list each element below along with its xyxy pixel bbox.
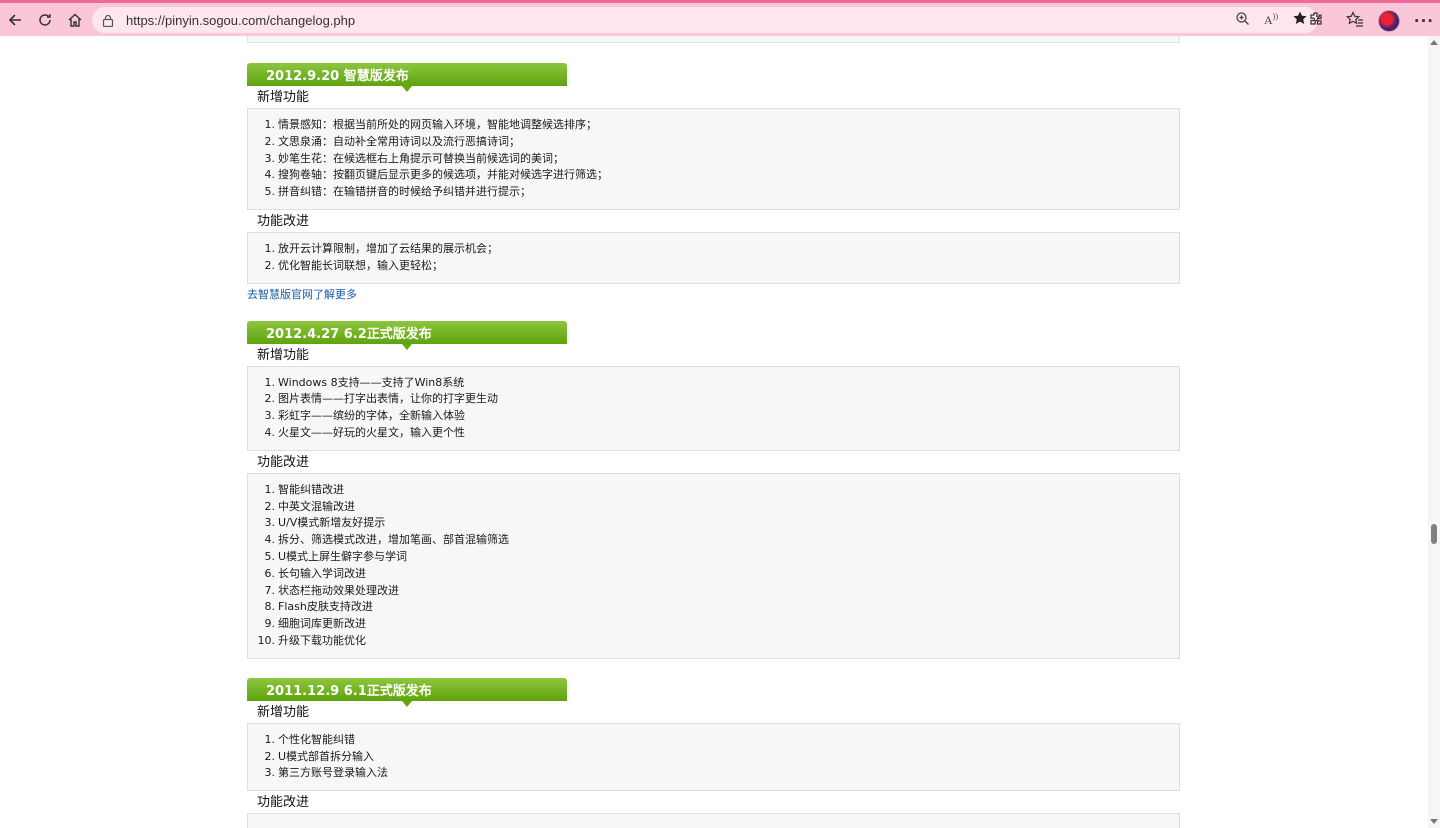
list-item: 1. 放开云计算限制，增加了云结果的展示机会；: [264, 241, 499, 255]
improvements-heading: 功能改进: [257, 213, 310, 229]
list-item: 1. 个性化智能纠错: [264, 732, 356, 746]
release-block: 2012.9.20 智慧版发布 新增功能 1. 情景感知：根据当前所处的网页输入环…: [247, 63, 1180, 302]
list-item: 7. 状态栏拖动效果处理改进: [264, 583, 400, 597]
changelog: 2012.9.20 智慧版发布 新增功能 1. 情景感知：根据当前所处的网页输入环…: [247, 36, 1180, 828]
list-item: 3. 彩虹字——缤纷的字体，全新输入体验: [264, 409, 466, 423]
list-item: 6. 长句输入学词改进: [264, 566, 367, 580]
address-bar[interactable]: https://pinyin.sogou.com/changelog.php A…: [92, 7, 1318, 33]
release-block: 2012.4.27 6.2正式版发布 新增功能 1. Windows 8支持——支…: [247, 320, 1180, 659]
more-icon[interactable]: ···: [1414, 12, 1434, 30]
favorites-list-icon[interactable]: [1345, 11, 1364, 31]
list-item: 5. 拼音纠错：在输错拼音的时候给予纠错并进行提示；: [264, 185, 532, 199]
release-block: 2011.12.9 6.1正式版发布 新增功能 1. 个性化智能纠错 2. U模式部…: [247, 677, 1180, 828]
new-features-heading: 新增功能: [257, 704, 310, 720]
refresh-icon[interactable]: [30, 5, 60, 35]
nav-buttons: [0, 5, 90, 35]
list-item: 3. 妙笔生花：在候选框右上角提示可替换当前候选词的美词；: [264, 151, 565, 165]
list-item: 1. 智能纠错改进: [264, 482, 345, 496]
lock-icon[interactable]: [100, 12, 116, 28]
new-features-list: 1. Windows 8支持——支持了Win8系统 2. 图片表情——打字出表情，让…: [247, 365, 1180, 451]
improvements-list: 1. 放开云计算限制，增加了云结果的展示机会； 2. 优化智能长词联想，输入更轻松；: [247, 231, 1180, 284]
new-features-heading: 新增功能: [257, 90, 310, 105]
list-item: 9. 细胞词库更新改进: [264, 617, 367, 631]
scroll-thumb[interactable]: [1431, 524, 1437, 544]
list-item: 3. 第三方账号登录输入法: [264, 766, 389, 780]
previous-release-box: [247, 36, 1180, 43]
list-item: 2. 优化智能长词联想，输入更轻松；: [264, 258, 444, 272]
extensions-icon[interactable]: [1308, 11, 1324, 31]
scroll-up-icon[interactable]: [1430, 40, 1438, 45]
improvements-heading: 功能改进: [257, 454, 310, 470]
scroll-down-icon[interactable]: [1430, 819, 1438, 824]
list-item: 4. 火星文——好玩的火星文，输入更个性: [264, 425, 466, 439]
list-item: 2. 图片表情——打字出表情，让你的打字更生动: [264, 392, 499, 406]
list-item: 3. U/V模式新增友好提示: [264, 516, 386, 530]
new-features-list: 1. 情景感知：根据当前所处的网页输入环境，智能地调整候选排序； 2. 文思泉涌：自…: [247, 108, 1180, 210]
home-icon[interactable]: [60, 5, 90, 35]
list-item: 8. Flash皮肤支持改进: [264, 600, 373, 614]
release-title: 2011.12.9 6.1正式版发布: [247, 677, 567, 707]
list-item: 2. 文思泉涌：自动补全常用诗词以及流行恶搞诗词；: [264, 134, 521, 148]
back-icon[interactable]: [0, 5, 30, 35]
list-item: 2. U模式部首拆分输入: [264, 749, 375, 763]
learn-more-link[interactable]: 去智慧版官网了解更多: [247, 287, 1180, 302]
browser-toolbar: https://pinyin.sogou.com/changelog.php A…: [0, 0, 1440, 36]
list-item: 2. 中英文混输改进: [264, 499, 356, 513]
favorite-star-icon[interactable]: [1292, 10, 1308, 30]
avatar[interactable]: [1377, 10, 1400, 32]
list-item: 10. 升级下载功能优化: [257, 633, 367, 647]
new-features-list: 1. 个性化智能纠错 2. U模式部首拆分输入 3. 第三方账号登录输入法: [247, 722, 1180, 792]
page-content: 2012.9.20 智慧版发布 新增功能 1. 情景感知：根据当前所处的网页输入环…: [0, 36, 1440, 828]
url-text[interactable]: https://pinyin.sogou.com/changelog.php: [126, 13, 355, 28]
improvements-list: 1. 智能纠错改进 2. 中英文混输改进 3. U/V模式新增友好提示 4. 拆分、筛选…: [247, 472, 1180, 659]
list-item: 1. 情景感知：根据当前所处的网页输入环境，智能地调整候选排序；: [264, 118, 598, 131]
improvements-heading: 功能改进: [257, 795, 310, 811]
page-scrollbar[interactable]: [1428, 36, 1440, 828]
list-item: 5. U模式上屏生僻字参与学词: [264, 549, 408, 563]
improvements-list: [247, 813, 1180, 828]
read-aloud-icon[interactable]: A)): [1264, 12, 1278, 28]
list-item: 1. Windows 8支持——支持了Win8系统: [264, 375, 465, 389]
new-features-heading: 新增功能: [257, 347, 310, 363]
list-item: 4. 搜狗卷轴：按翻页键后显示更多的候选项，并能对候选字进行筛选；: [264, 168, 609, 182]
release-title: 2012.9.20 智慧版发布: [247, 63, 567, 92]
release-title: 2012.4.27 6.2正式版发布: [247, 320, 567, 350]
list-item: 4. 拆分、筛选模式改进，增加笔画、部首混输筛选: [264, 533, 510, 547]
zoom-icon[interactable]: [1235, 11, 1250, 30]
